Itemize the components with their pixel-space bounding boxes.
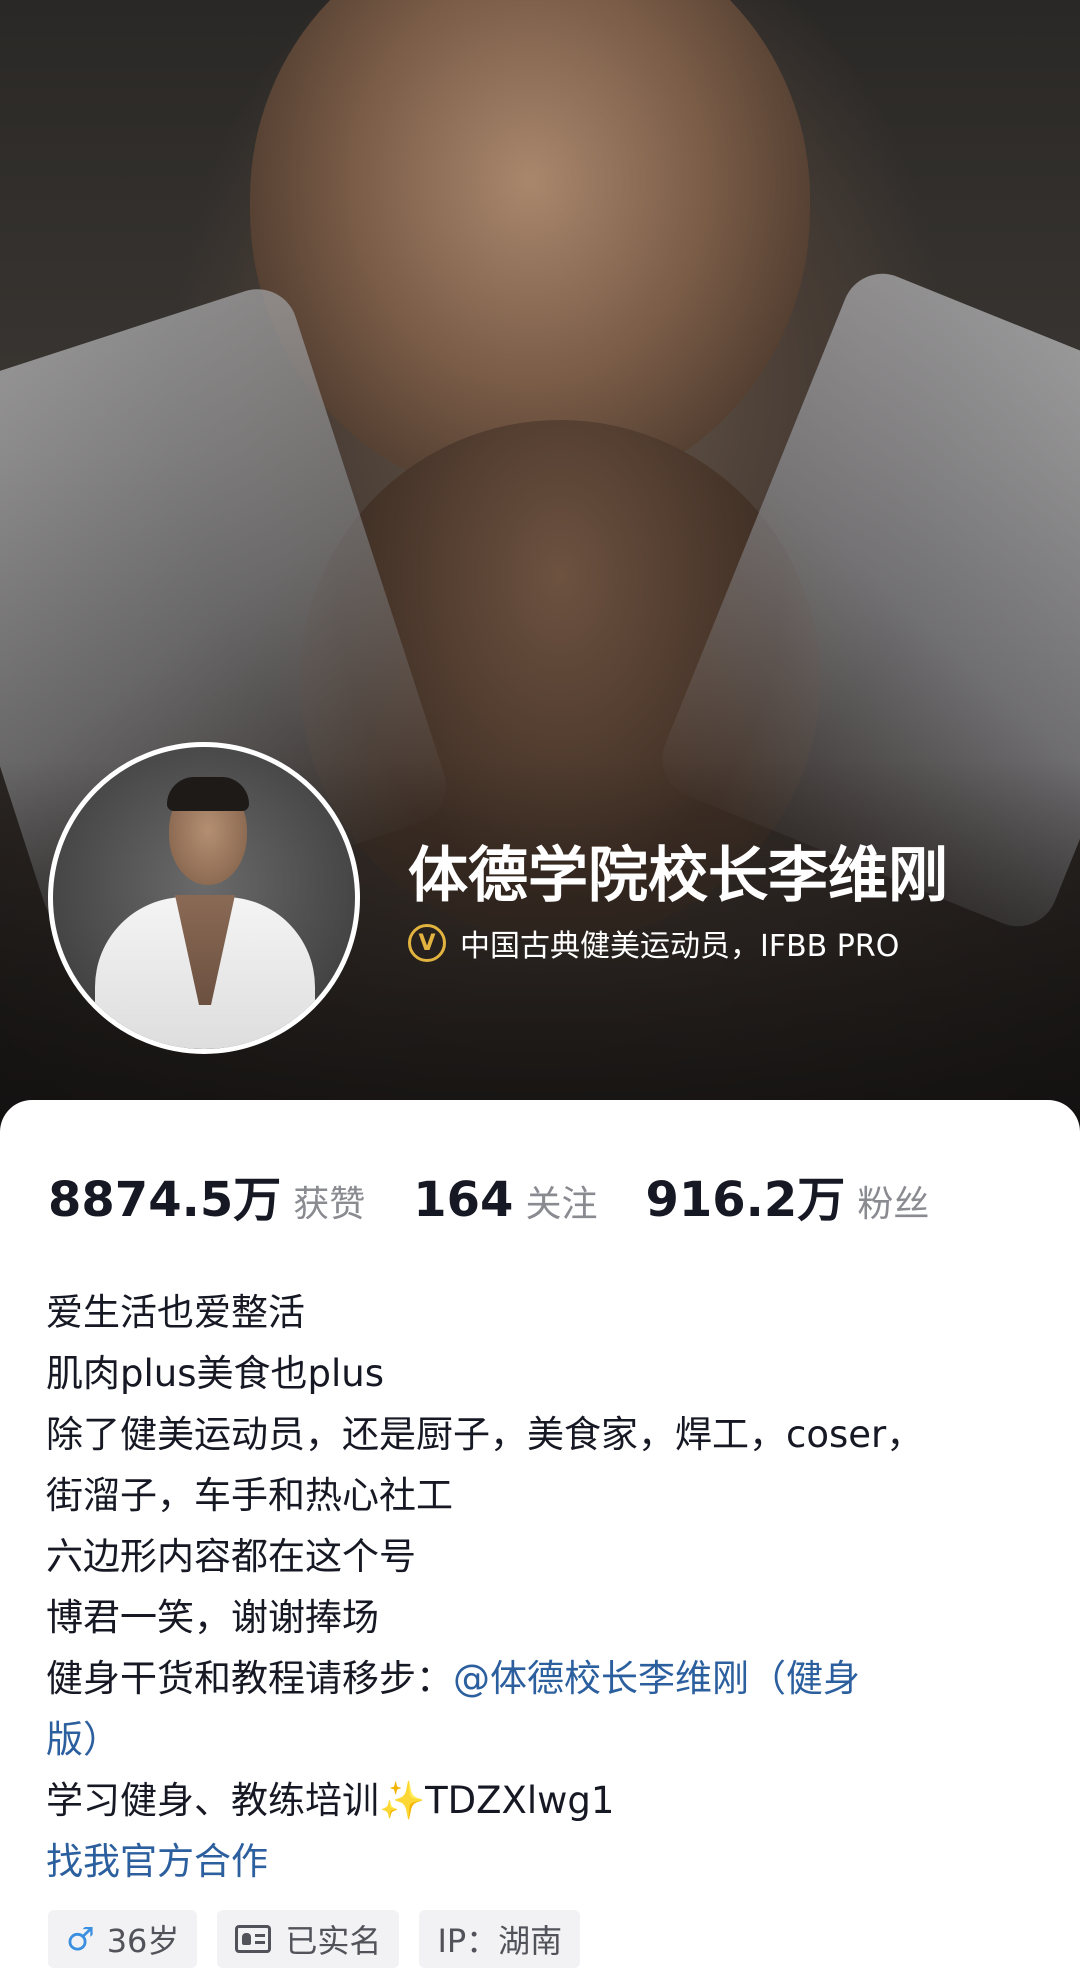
bio-line: 版） — [46, 1709, 1046, 1770]
verified-badge-icon: V — [408, 924, 446, 962]
bio-line: 学习健身、教练培训✨TDZXlwg1 — [46, 1779, 615, 1822]
verified-tag[interactable]: 已实名 — [217, 1910, 400, 1968]
following-label: 关注 — [525, 1184, 598, 1225]
male-gender-icon: ♂ — [66, 1920, 95, 1958]
verification-row[interactable]: V 中国古典健美运动员，IFBB PRO — [408, 922, 899, 964]
bio-line: 除了健美运动员，还是厨子，美食家，焊工，coser， — [46, 1413, 924, 1456]
profile-page: 体德学院校长李维刚 V 中国古典健美运动员，IFBB PRO 8874.5万 获… — [0, 0, 1080, 1982]
stat-likes[interactable]: 8874.5万 获赞 — [48, 1160, 365, 1230]
bio-line: 找我官方合作 — [46, 1831, 1046, 1892]
bio-line: 街溜子，车手和热心社工 — [46, 1474, 453, 1517]
stat-following[interactable]: 164 关注 — [413, 1172, 597, 1228]
bio-text: 健身干货和教程请移步： — [46, 1657, 453, 1700]
verification-text: 中国古典健美运动员，IFBB PRO — [460, 929, 900, 964]
id-card-icon — [235, 1925, 272, 1953]
age-tag: ♂ 36岁 — [48, 1910, 198, 1968]
mention-link[interactable]: @体德校长李维刚（健身 — [453, 1657, 860, 1700]
mention-link-continued[interactable]: 版） — [46, 1718, 120, 1761]
likes-count: 8874.5万 — [48, 1172, 282, 1228]
stats-row: 8874.5万 获赞 164 关注 916.2万 粉丝 — [48, 1160, 977, 1230]
profile-tags: ♂ 36岁 已实名 IP：湖南 — [48, 1910, 600, 1968]
following-count: 164 — [413, 1172, 514, 1228]
ip-tag: IP：湖南 — [419, 1910, 581, 1968]
profile-name: 体德学院校长李维刚 — [408, 841, 948, 911]
profile-banner-image[interactable]: 体德学院校长李维刚 V 中国古典健美运动员，IFBB PRO — [0, 0, 1080, 1140]
bio-line: 爱生活也爱整活 — [46, 1291, 305, 1334]
stat-followers[interactable]: 916.2万 粉丝 — [645, 1160, 929, 1230]
followers-count: 916.2万 — [645, 1172, 846, 1228]
bio-line: 六边形内容都在这个号 — [46, 1535, 416, 1578]
bio-line: 肌肉plus美食也plus — [46, 1352, 384, 1395]
avatar-hair — [167, 777, 249, 811]
verified-text: 已实名 — [285, 1922, 382, 1960]
followers-label: 粉丝 — [857, 1184, 930, 1225]
profile-info-card: 8874.5万 获赞 164 关注 916.2万 粉丝 爱生活也爱整活 肌肉pl… — [0, 1100, 1080, 1982]
bio-line: 健身干货和教程请移步：@体德校长李维刚（健身 — [46, 1648, 1046, 1709]
profile-bio: 爱生活也爱整活 肌肉plus美食也plus 除了健美运动员，还是厨子，美食家，焊… — [46, 1282, 1046, 1892]
bio-line: 博君一笑，谢谢捧场 — [46, 1596, 379, 1639]
official-cooperation-link[interactable]: 找我官方合作 — [46, 1840, 268, 1883]
likes-label: 获赞 — [293, 1184, 366, 1225]
age-text: 36岁 — [106, 1922, 180, 1960]
avatar[interactable] — [48, 742, 360, 1054]
ip-text: IP：湖南 — [437, 1922, 563, 1960]
